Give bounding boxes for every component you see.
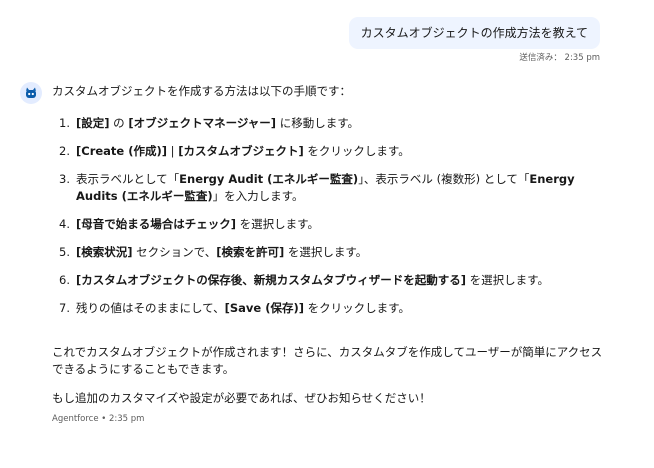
step-number: 1. bbox=[59, 116, 70, 130]
step-item: 2. [Create (作成)] | [カスタムオブジェクト] をクリックします。 bbox=[52, 143, 612, 160]
steps-list: 1. [設定] の [オブジェクトマネージャー] に移動します。 2. [Create… bbox=[52, 115, 612, 317]
step-fragment: をクリックします。 bbox=[303, 301, 410, 315]
step-fragment: を選択します。 bbox=[284, 245, 368, 259]
agent-message: カスタムオブジェクトを作成する方法は以下の手順です： 1. [設定] の [オブジ… bbox=[52, 83, 612, 428]
step-fragment: を選択します。 bbox=[466, 273, 550, 287]
user-message-text: カスタムオブジェクトの作成方法を教えて bbox=[360, 26, 588, 40]
step-text: [設定] の [オブジェクトマネージャー] に移動します。 bbox=[76, 115, 612, 132]
step-item: 7. 残りの値はそのままにして、[Save (保存)] をクリックします。 bbox=[52, 300, 612, 317]
step-fragment: 」を入力します。 bbox=[212, 189, 304, 203]
step-text: 残りの値はそのままにして、[Save (保存)] をクリックします。 bbox=[76, 300, 612, 317]
step-emphasis: [カスタムオブジェクトの保存後、新規カスタムタブウィザードを起動する] bbox=[76, 273, 467, 287]
step-fragment: 」、表示ラベル (複数形) として「 bbox=[358, 172, 530, 186]
user-message-status: 送信済み： 2:35 pm bbox=[519, 53, 600, 63]
step-item: 6. [カスタムオブジェクトの保存後、新規カスタムタブウィザードを起動する] を選… bbox=[52, 272, 612, 289]
agent-intro: カスタムオブジェクトを作成する方法は以下の手順です： bbox=[52, 84, 351, 98]
step-number: 5. bbox=[59, 245, 70, 259]
step-fragment: の bbox=[109, 116, 129, 130]
agent-closing-text: これでカスタムオブジェクトが作成されます！さらに、カスタムタブを作成してユーザー… bbox=[52, 345, 603, 376]
step-fragment: をクリックします。 bbox=[303, 144, 410, 158]
step-text: [カスタムオブジェクトの保存後、新規カスタムタブウィザードを起動する] を選択し… bbox=[76, 272, 612, 289]
step-item: 4. [母音で始まる場合はチェック] を選択します。 bbox=[52, 216, 612, 233]
step-number: 6. bbox=[59, 273, 70, 287]
step-emphasis: [設定] bbox=[76, 116, 110, 130]
step-fragment: に移動します。 bbox=[276, 116, 360, 130]
step-emphasis: [オブジェクトマネージャー] bbox=[128, 116, 277, 130]
step-fragment: | bbox=[167, 144, 179, 158]
step-emphasis: [検索を許可] bbox=[216, 245, 285, 259]
step-number: 2. bbox=[59, 144, 70, 158]
step-emphasis: [Save (保存)] bbox=[224, 301, 304, 315]
chat-transcript: カスタムオブジェクトの作成方法を教えて 送信済み： 2:35 pm カスタムオブ… bbox=[0, 0, 654, 468]
step-emphasis: [母音で始まる場合はチェック] bbox=[76, 217, 237, 231]
step-emphasis: [検索状況] bbox=[76, 245, 133, 259]
step-emphasis: [カスタムオブジェクト] bbox=[178, 144, 304, 158]
step-text: 表示ラベルとして「Energy Audit (エネルギー監査)」、表示ラベル (… bbox=[76, 171, 612, 205]
step-text: [母音で始まる場合はチェック] を選択します。 bbox=[76, 216, 612, 233]
agent-message-meta: Agentforce • 2:35 pm bbox=[52, 414, 145, 424]
step-fragment: を選択します。 bbox=[236, 217, 320, 231]
step-text: [検索状況] セクションで、[検索を許可] を選択します。 bbox=[76, 244, 612, 261]
step-item: 3. 表示ラベルとして「Energy Audit (エネルギー監査)」、表示ラベル… bbox=[52, 171, 612, 205]
step-item: 5. [検索状況] セクションで、[検索を許可] を選択します。 bbox=[52, 244, 612, 261]
step-text: [Create (作成)] | [カスタムオブジェクト] をクリックします。 bbox=[76, 143, 612, 160]
step-emphasis: Energy Audit (エネルギー監査) bbox=[179, 172, 359, 186]
step-number: 3. bbox=[59, 172, 70, 186]
agent-followup-text: もし追加のカスタマイズや設定が必要であれば、ぜひお知らせください！ bbox=[52, 391, 431, 405]
user-message-bubble: カスタムオブジェクトの作成方法を教えて bbox=[348, 17, 600, 49]
step-number: 4. bbox=[59, 217, 70, 231]
step-emphasis: [Create (作成)] bbox=[76, 144, 167, 158]
step-fragment: 表示ラベルとして「 bbox=[76, 172, 180, 186]
step-fragment: セクションで、 bbox=[132, 245, 217, 259]
step-item: 1. [設定] の [オブジェクトマネージャー] に移動します。 bbox=[52, 115, 612, 132]
step-number: 7. bbox=[59, 301, 70, 315]
agentforce-robot-icon bbox=[20, 82, 42, 104]
step-fragment: 残りの値はそのままにして、 bbox=[76, 301, 225, 315]
